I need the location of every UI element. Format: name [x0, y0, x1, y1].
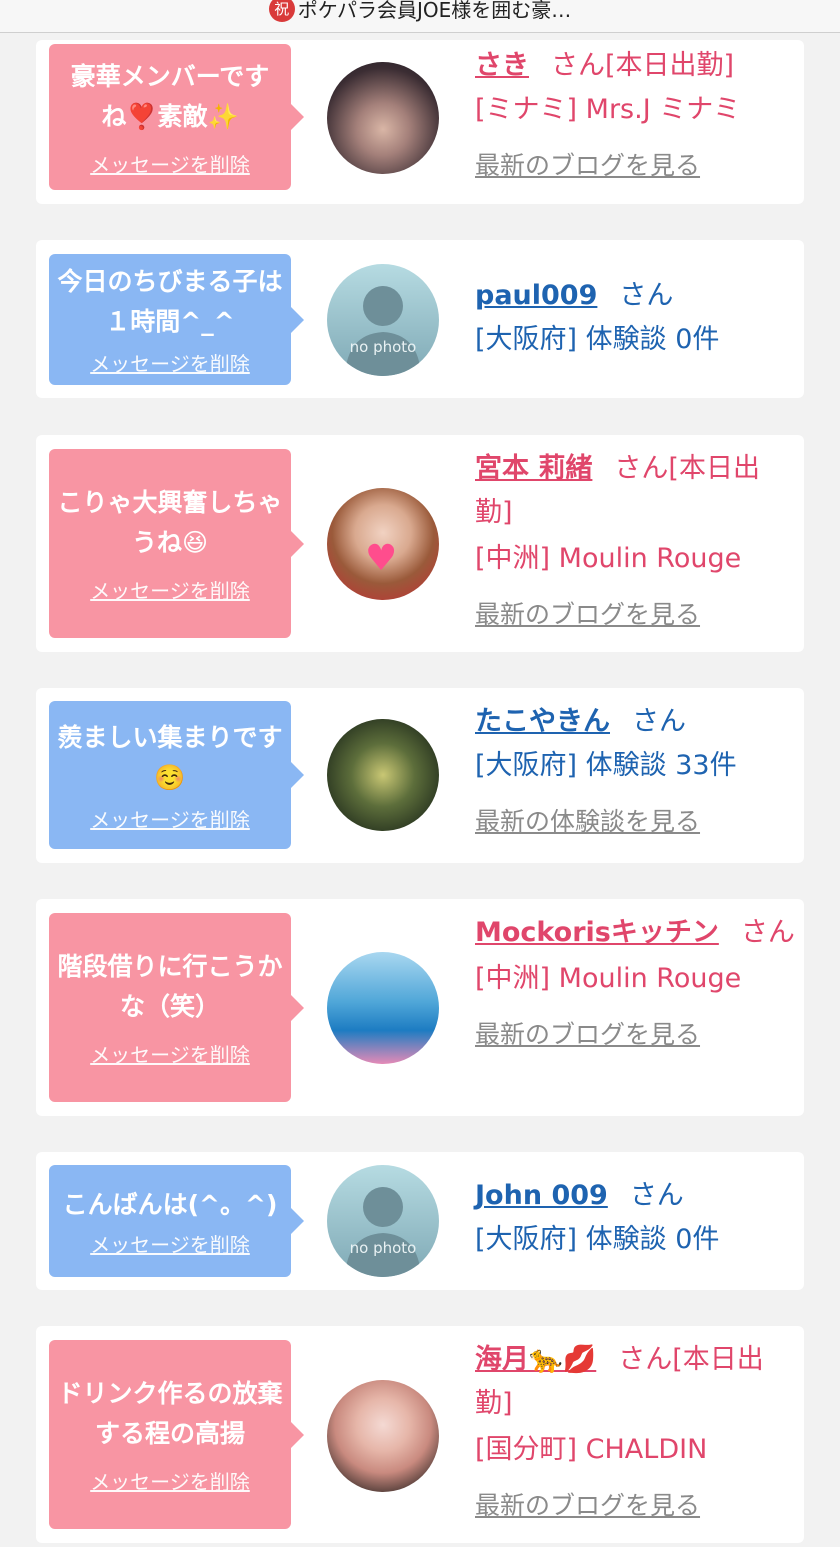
message-text: 今日のちびまる子は１時間^_^: [57, 267, 283, 336]
comment-card: 階段借りに行こうかな（笑） メッセージを削除 Mockorisキッチン さん [中…: [36, 899, 804, 1116]
shop-detail: [中洲] Moulin Rouge: [475, 543, 742, 574]
user-status: さん[本日出勤]: [551, 50, 735, 81]
comment-card: 豪華メンバーですね❣️素敵✨ メッセージを削除 さき さん[本日出勤] [ミナミ]…: [36, 40, 804, 204]
delete-message-link[interactable]: メッセージを削除: [90, 1466, 250, 1495]
comment-card: 羨ましい集まりです☺️ メッセージを削除 たこやきん さん [大阪府] 体験談 3…: [36, 688, 804, 863]
delete-message-link[interactable]: メッセージを削除: [90, 575, 250, 604]
avatar[interactable]: [327, 719, 439, 831]
comment-card: こりゃ大興奮しちゃうね😆 メッセージを削除 ♥ 宮本 莉緒 さん[本日出勤] [中…: [36, 435, 804, 652]
user-name-link[interactable]: 宮本 莉緒: [475, 453, 592, 484]
message-text: 羨ましい集まりです☺️: [57, 722, 283, 792]
latest-review-link[interactable]: 最新の体験談を見る: [475, 807, 700, 836]
message-bubble: 今日のちびまる子は１時間^_^ メッセージを削除: [49, 254, 304, 385]
latest-blog-link[interactable]: 最新のブログを見る: [475, 1491, 700, 1520]
message-text: こりゃ大興奮しちゃうね😆: [57, 488, 283, 557]
message-text: 階段借りに行こうかな（笑）: [57, 952, 283, 1021]
user-name-link[interactable]: 海月🐆💋: [475, 1344, 596, 1375]
celebration-badge: 祝: [268, 0, 295, 22]
no-photo-label: no photo: [349, 1239, 417, 1257]
avatar[interactable]: ♥: [327, 488, 439, 600]
comment-card: こんばんは(^。^) メッセージを削除 no photo John 009 さん …: [36, 1152, 804, 1290]
comment-card: 今日のちびまる子は１時間^_^ メッセージを削除 no photo paul00…: [36, 240, 804, 398]
delete-message-link[interactable]: メッセージを削除: [90, 348, 250, 377]
avatar[interactable]: [327, 62, 439, 174]
shop-detail: [国分町] CHALDIN: [475, 1434, 708, 1465]
message-bubble: こりゃ大興奮しちゃうね😆 メッセージを削除: [49, 449, 304, 638]
user-name-link[interactable]: John 009: [475, 1180, 608, 1211]
avatar[interactable]: [327, 1380, 439, 1492]
user-status: さん: [740, 917, 795, 948]
silhouette-icon: [345, 1187, 421, 1277]
user-detail: [大阪府] 体験談 0件: [475, 324, 720, 355]
latest-blog-link[interactable]: 最新のブログを見る: [475, 151, 700, 180]
message-bubble: 羨ましい集まりです☺️ メッセージを削除: [49, 701, 304, 849]
shop-detail: [中洲] Moulin Rouge: [475, 963, 742, 994]
user-status: さん: [629, 1180, 684, 1211]
latest-blog-link[interactable]: 最新のブログを見る: [475, 600, 700, 629]
delete-message-link[interactable]: メッセージを削除: [90, 1039, 250, 1068]
latest-blog-link[interactable]: 最新のブログを見る: [475, 1020, 700, 1049]
page-title: ポケパラ会員JOE様を囲む豪…: [297, 0, 572, 22]
avatar[interactable]: [327, 952, 439, 1064]
comment-card: ドリンク作るの放棄する程の高揚 メッセージを削除 海月🐆💋 さん[本日出勤] [国…: [36, 1326, 804, 1543]
heart-sticker-icon: ♥: [365, 538, 398, 579]
user-name-link[interactable]: paul009: [475, 280, 597, 311]
message-text: こんばんは(^。^): [62, 1189, 278, 1219]
shop-detail: [ミナミ] Mrs.J ミナミ: [475, 94, 741, 125]
message-bubble: 階段借りに行こうかな（笑） メッセージを削除: [49, 913, 304, 1102]
message-bubble: 豪華メンバーですね❣️素敵✨ メッセージを削除: [49, 44, 304, 190]
page-header: 祝 ポケパラ会員JOE様を囲む豪…: [0, 0, 840, 33]
silhouette-icon: [345, 286, 421, 376]
avatar-no-photo[interactable]: no photo: [327, 1165, 439, 1277]
avatar-no-photo[interactable]: no photo: [327, 264, 439, 376]
user-status: さん: [632, 706, 686, 737]
message-text: 豪華メンバーですね❣️素敵✨: [70, 61, 270, 131]
delete-message-link[interactable]: メッセージを削除: [90, 804, 250, 833]
user-name-link[interactable]: Mockorisキッチン: [475, 917, 719, 948]
message-bubble: こんばんは(^。^) メッセージを削除: [49, 1165, 304, 1277]
user-detail: [大阪府] 体験談 0件: [475, 1224, 720, 1255]
no-photo-label: no photo: [349, 338, 417, 356]
user-name-link[interactable]: たこやきん: [475, 706, 610, 737]
user-name-link[interactable]: さき: [475, 50, 529, 81]
delete-message-link[interactable]: メッセージを削除: [90, 1229, 250, 1258]
message-text: ドリンク作るの放棄する程の高揚: [57, 1379, 283, 1448]
user-detail: [大阪府] 体験談 33件: [475, 750, 737, 781]
message-bubble: ドリンク作るの放棄する程の高揚 メッセージを削除: [49, 1340, 304, 1529]
delete-message-link[interactable]: メッセージを削除: [90, 149, 250, 178]
user-status: さん: [619, 280, 674, 311]
